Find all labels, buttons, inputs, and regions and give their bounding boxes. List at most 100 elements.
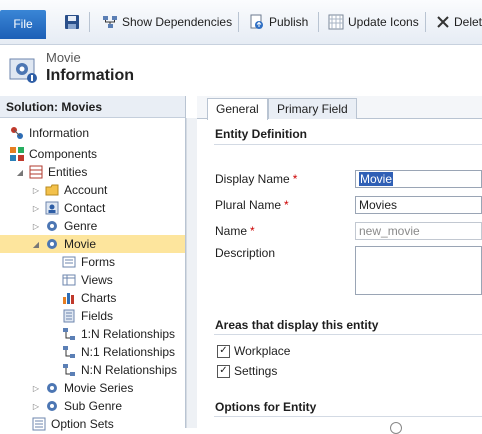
- entities-icon: [29, 165, 43, 179]
- nav-tree: Information Components ◢ Entities ▷ Acco…: [0, 124, 185, 433]
- nav-item-contact[interactable]: ▷ Contact: [0, 199, 185, 217]
- nav-item-charts[interactable]: Charts: [0, 289, 185, 307]
- plural-name-text: Plural Name: [215, 198, 282, 212]
- chart-icon: [63, 293, 74, 304]
- nav-item-information[interactable]: Information: [0, 124, 185, 142]
- nav-scrollbar[interactable]: [186, 118, 197, 428]
- delete-button[interactable]: Delet: [436, 12, 482, 32]
- delete-label: Delet: [454, 15, 482, 29]
- save-icon: [65, 15, 79, 29]
- required-mark: *: [284, 198, 289, 212]
- required-mark: *: [250, 224, 255, 238]
- name-field[interactable]: new_movie: [355, 222, 482, 240]
- information-icon: [11, 127, 23, 139]
- show-dependencies-label: Show Dependencies: [122, 15, 233, 29]
- nav-item-label: Movie Series: [64, 381, 134, 395]
- description-field[interactable]: [355, 246, 482, 295]
- section-divider: [214, 416, 482, 417]
- forms-icon: [62, 256, 76, 268]
- update-icons-button[interactable]: Update Icons: [328, 12, 419, 32]
- nav-item-option-sets[interactable]: Option Sets: [0, 415, 185, 433]
- components-icon: [10, 147, 24, 161]
- show-dependencies-button[interactable]: Show Dependencies: [102, 12, 232, 32]
- account-icon: [45, 184, 59, 196]
- nav-item-label: N:N Relationships: [81, 363, 178, 377]
- update-icons-icon: [328, 14, 344, 30]
- nav-item-label: Option Sets: [51, 417, 114, 431]
- nav-item-genre[interactable]: ▷ Genre: [0, 217, 185, 235]
- nav-item-entities[interactable]: ◢ Entities: [0, 163, 185, 181]
- nav-item-label: Information: [29, 126, 90, 140]
- display-name-label: Display Name *: [215, 172, 297, 186]
- contact-icon: [45, 201, 59, 215]
- nav-item-label: Movie: [64, 237, 97, 251]
- nav-item-forms[interactable]: Forms: [0, 253, 185, 271]
- entity-settings-icon: [9, 56, 39, 87]
- name-text: Name: [215, 224, 248, 238]
- workplace-option[interactable]: ✓ Workplace: [217, 344, 290, 358]
- close-icon: [437, 16, 449, 28]
- nav-item-label: Fields: [81, 309, 114, 323]
- nav-item-label: Forms: [81, 255, 115, 269]
- nav-item-nn-relationships[interactable]: N:N Relationships: [0, 361, 185, 379]
- nav-item-1n-relationships[interactable]: 1:N Relationships: [0, 325, 185, 343]
- nav-item-sub-genre[interactable]: ▷ Sub Genre: [0, 397, 185, 415]
- entity-definition-heading: Entity Definition: [215, 127, 307, 141]
- nav-item-components[interactable]: Components: [0, 145, 185, 163]
- nav-item-label: Genre: [64, 219, 98, 233]
- tab-general[interactable]: General: [207, 98, 268, 120]
- publish-button[interactable]: Publish: [249, 12, 308, 32]
- nav-item-label: Account: [64, 183, 108, 197]
- gear-icon: [47, 239, 57, 249]
- description-label: Description: [215, 246, 276, 260]
- relationship-icon: [63, 346, 75, 358]
- entity-type-label: Movie: [46, 50, 81, 65]
- settings-checkbox[interactable]: ✓: [217, 364, 230, 378]
- publish-label: Publish: [269, 15, 309, 29]
- save-button[interactable]: [64, 12, 80, 32]
- nav-item-label: Contact: [64, 201, 106, 215]
- dependencies-icon: [103, 16, 117, 28]
- collapse-arrow-icon[interactable]: ▷: [32, 204, 40, 213]
- expand-arrow-icon[interactable]: ◢: [32, 240, 40, 249]
- gear-icon: [47, 401, 57, 411]
- expand-arrow-icon[interactable]: ◢: [16, 168, 24, 177]
- nav-item-movie[interactable]: ◢ Movie: [0, 235, 185, 253]
- nav-item-n1-relationships[interactable]: N:1 Relationships: [0, 343, 185, 361]
- tab-primary-field[interactable]: Primary Field: [268, 98, 357, 119]
- nav-item-movie-series[interactable]: ▷ Movie Series: [0, 379, 185, 397]
- collapse-arrow-icon[interactable]: ▷: [32, 384, 40, 393]
- nav-item-fields[interactable]: Fields: [0, 307, 185, 325]
- display-name-field[interactable]: Movie: [355, 170, 482, 188]
- nav-item-account[interactable]: ▷ Account: [0, 181, 185, 199]
- nav-item-label: Components: [29, 147, 98, 161]
- page-title: Information: [46, 67, 134, 84]
- display-name-value: Movie: [359, 172, 394, 186]
- fields-icon: [63, 309, 75, 323]
- nav-item-label: Entities: [48, 165, 88, 179]
- nav-item-label: Sub Genre: [64, 399, 123, 413]
- collapse-arrow-icon[interactable]: ▷: [32, 222, 40, 231]
- option-sets-icon: [32, 417, 46, 431]
- nav-item-label: Charts: [81, 291, 117, 305]
- section-divider: [214, 334, 482, 335]
- required-mark: *: [292, 172, 298, 186]
- file-button[interactable]: File: [0, 10, 46, 39]
- settings-option[interactable]: ✓ Settings: [217, 364, 277, 378]
- options-heading: Options for Entity: [215, 400, 317, 414]
- plural-name-field[interactable]: Movies: [355, 196, 482, 214]
- plural-name-label: Plural Name *: [215, 198, 289, 212]
- areas-heading: Areas that display this entity: [215, 318, 379, 332]
- name-label: Name *: [215, 224, 255, 238]
- relationship-icon: [63, 328, 75, 340]
- section-divider: [214, 144, 482, 145]
- gear-icon: [47, 383, 57, 393]
- option-radio[interactable]: [390, 422, 402, 434]
- collapse-arrow-icon[interactable]: ▷: [32, 402, 40, 411]
- publish-icon: [250, 14, 263, 29]
- workplace-checkbox[interactable]: ✓: [217, 344, 230, 358]
- collapse-arrow-icon[interactable]: ▷: [32, 186, 40, 195]
- solution-label: Solution: Movies: [0, 96, 185, 118]
- nav-item-views[interactable]: Views: [0, 271, 185, 289]
- nav-item-label: N:1 Relationships: [81, 345, 176, 359]
